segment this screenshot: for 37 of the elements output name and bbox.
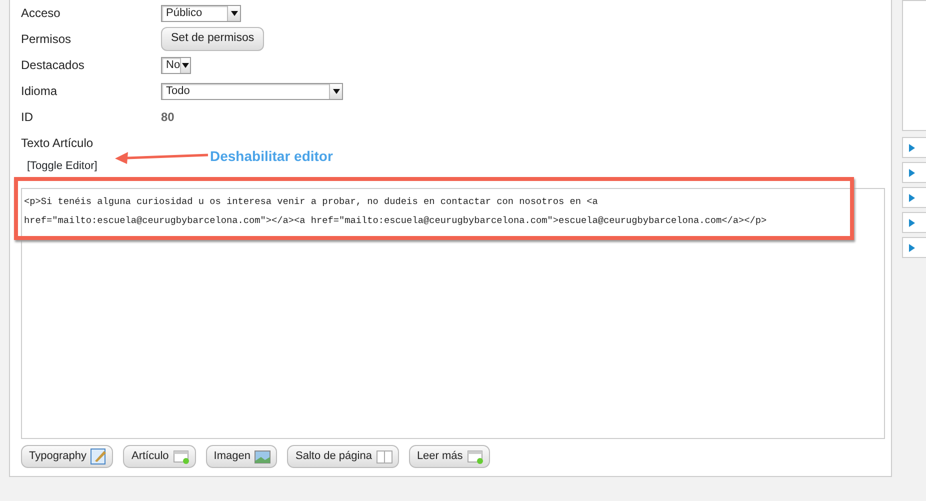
permissions-button[interactable]: Set de permisos [161,27,264,51]
pencil-icon [90,448,108,465]
page-plus-icon [466,449,484,464]
id-value: 80 [161,109,174,126]
triangle-right-icon [909,194,916,202]
field-label: ID [21,109,34,126]
panel-toggle[interactable] [902,187,926,208]
dropdown-caret-icon [230,10,238,16]
panel-toggle[interactable] [902,212,926,233]
select-field[interactable]: Todo [161,82,343,100]
editor-button[interactable]: Artículo [123,445,196,468]
panel-toggle[interactable] [902,137,926,158]
page-plus-icon [172,449,190,464]
field-label: Idioma [21,83,58,100]
select-field[interactable]: Público [161,4,241,22]
triangle-right-icon [909,244,916,252]
image-icon [254,450,272,464]
field-label: Acceso [21,5,62,22]
editor-textarea[interactable]: <p>Si tenéis alguna curiosidad u os interesa venir a probar, no dudeis en contactar con nosotros en <a href="mailto:escuela@ceurugbybarcelona.com"></a><a href="mailto:escuela@ceurugbybarcelona.com">escuela@ceurugbybarcelona.com</a></p> [21,188,885,439]
triangle-right-icon [909,144,916,152]
select-field[interactable]: No [161,56,191,74]
panel-toggle[interactable] [902,162,926,183]
page-split-icon [376,450,393,464]
editor-button[interactable]: Leer más [408,445,490,468]
annotation-text: Deshabilitar editor [210,147,333,166]
field-label: Permisos [21,31,72,48]
editor-button[interactable]: Imagen [206,445,278,468]
dropdown-caret-icon [182,62,190,68]
dropdown-caret-icon [332,88,340,94]
editor-button[interactable]: Salto de página [287,445,399,468]
field-label: Destacados [21,57,86,74]
editor-button[interactable]: Typography [21,445,114,468]
triangle-right-icon [909,218,916,226]
triangle-right-icon [909,168,916,176]
field-label: Texto Artículo [21,135,94,152]
panel-toggle[interactable] [902,237,926,258]
toggle-editor-link[interactable]: [Toggle Editor] [27,159,98,173]
